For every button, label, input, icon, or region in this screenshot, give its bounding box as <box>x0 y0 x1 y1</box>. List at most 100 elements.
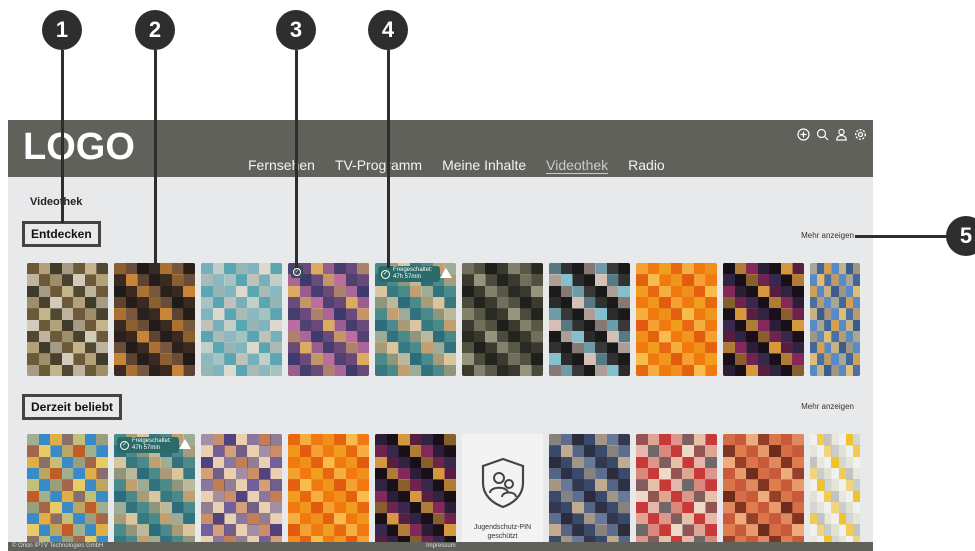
poster-pixel <box>595 330 608 343</box>
poster-pixel <box>160 296 173 309</box>
poster-pixel <box>334 274 347 287</box>
add-circle-icon[interactable] <box>796 127 810 141</box>
movie-tile[interactable] <box>549 434 630 547</box>
poster-pixel <box>357 364 369 376</box>
nav-item-meine-inhalte[interactable]: Meine Inhalte <box>442 157 526 174</box>
movie-tile[interactable] <box>723 434 804 547</box>
movie-tile[interactable] <box>114 263 195 376</box>
poster-pixel <box>421 296 434 309</box>
poster-pixel <box>485 342 498 354</box>
poster-pixel <box>357 501 369 514</box>
imprint-link[interactable]: Impressum <box>426 543 456 549</box>
poster-pixel <box>96 319 108 332</box>
pin-protected-tile[interactable]: Jugendschutz-PIN geschützt <box>462 434 543 547</box>
poster-pixel <box>421 501 434 514</box>
poster-pixel <box>114 479 126 492</box>
poster-pixel <box>270 364 282 376</box>
poster-pixel <box>549 434 561 446</box>
poster-pixel <box>224 285 237 298</box>
movie-tile[interactable] <box>810 263 860 376</box>
poster-pixel <box>322 274 335 287</box>
poster-pixel <box>693 513 706 525</box>
poster-pixel <box>270 296 282 309</box>
poster-pixel <box>705 501 717 514</box>
movie-tile[interactable] <box>201 263 282 376</box>
movie-tile[interactable] <box>201 434 282 547</box>
user-icon[interactable] <box>834 127 848 141</box>
poster-pixel <box>780 364 793 376</box>
poster-pixel <box>734 513 747 525</box>
poster-pixel <box>38 330 51 343</box>
poster-pixel <box>73 308 86 321</box>
poster-pixel <box>757 467 770 480</box>
nav-item-tv-programm[interactable]: TV-Programm <box>335 157 422 174</box>
poster-pixel <box>560 479 573 492</box>
poster-pixel <box>201 490 213 503</box>
movie-tile[interactable] <box>27 434 108 547</box>
poster-pixel <box>757 296 770 309</box>
poster-pixel <box>357 263 369 275</box>
more-link-entdecken[interactable]: Mehr anzeigen <box>801 231 854 240</box>
poster-pixel <box>334 364 347 376</box>
poster-pixel <box>659 445 672 458</box>
poster-pixel <box>444 513 456 525</box>
poster-pixel <box>549 342 561 354</box>
nav-item-videothek[interactable]: Videothek <box>546 157 609 174</box>
movie-tile[interactable] <box>375 434 456 547</box>
poster-pixel <box>288 524 300 537</box>
movie-tile[interactable] <box>27 263 108 376</box>
more-link-derzeit-beliebt[interactable]: Mehr anzeigen <box>801 402 854 411</box>
poster-pixel <box>583 342 596 354</box>
movie-tile[interactable] <box>810 434 860 547</box>
poster-pixel <box>659 467 672 480</box>
poster-pixel <box>357 456 369 469</box>
poster-pixel <box>549 456 561 469</box>
poster-pixel <box>50 501 63 514</box>
movie-tile[interactable] <box>462 263 543 376</box>
poster-pixel <box>137 364 150 376</box>
poster-pixel <box>288 467 300 480</box>
nav-item-radio[interactable]: Radio <box>628 157 665 174</box>
poster-pixel <box>148 308 161 321</box>
poster-pixel <box>792 445 804 458</box>
movie-tile[interactable] <box>723 263 804 376</box>
settings-icon[interactable] <box>853 127 867 141</box>
poster-pixel <box>27 456 39 469</box>
poster-pixel <box>235 274 248 287</box>
movie-tile[interactable] <box>636 263 717 376</box>
poster-pixel <box>61 308 74 321</box>
poster-pixel <box>247 501 260 514</box>
poster-pixel <box>73 479 86 492</box>
poster-pixel <box>746 364 759 376</box>
movie-tile[interactable]: ✓ Freigeschaltet: 47h 57min <box>375 263 456 376</box>
poster-pixel <box>27 296 39 309</box>
movie-tile[interactable] <box>549 263 630 376</box>
poster-pixel <box>734 467 747 480</box>
poster-pixel <box>409 501 422 514</box>
poster-pixel <box>409 467 422 480</box>
poster-pixel <box>682 319 695 332</box>
poster-pixel <box>432 364 445 376</box>
poster-pixel <box>27 501 39 514</box>
poster-pixel <box>746 353 759 366</box>
poster-pixel <box>73 263 86 275</box>
poster-pixel <box>659 285 672 298</box>
poster-pixel <box>171 285 184 298</box>
nav-item-fernsehen[interactable]: Fernsehen <box>248 157 315 174</box>
movie-tile[interactable] <box>288 434 369 547</box>
poster-pixel <box>125 456 138 469</box>
poster-pixel <box>38 490 51 503</box>
poster-pixel <box>311 296 324 309</box>
movie-tile[interactable] <box>636 434 717 547</box>
poster-pixel <box>444 285 456 298</box>
logo[interactable]: LOGO <box>23 126 135 169</box>
poster-pixel <box>125 513 138 525</box>
poster-pixel <box>444 456 456 469</box>
movie-tile[interactable]: ✓ Freigeschaltet: 47h 57min <box>114 434 195 547</box>
poster-pixel <box>508 308 521 321</box>
search-icon[interactable] <box>815 127 829 141</box>
poster-pixel <box>183 479 195 492</box>
movie-tile[interactable]: ✓ <box>288 263 369 376</box>
poster-pixel <box>311 308 324 321</box>
poster-pixel <box>693 274 706 287</box>
